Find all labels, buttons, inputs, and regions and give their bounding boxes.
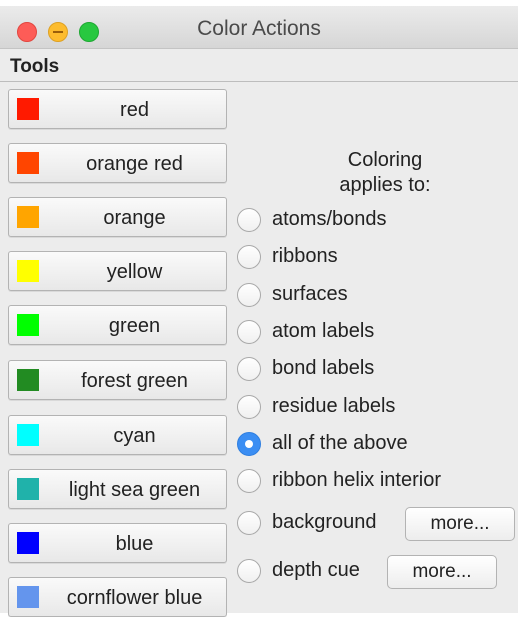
heading-line-2: applies to:	[339, 174, 431, 196]
radio-label: all of the above	[272, 432, 408, 454]
color-button-green[interactable]: green	[8, 305, 227, 345]
cornflower-blue-swatch-icon	[17, 586, 39, 608]
depth-cue-more-button[interactable]: more...	[387, 555, 497, 589]
tools-menu[interactable]: Tools	[10, 56, 59, 78]
color-button-cornflower-blue[interactable]: cornflower blue	[8, 577, 227, 617]
radio-label: residue labels	[272, 395, 396, 417]
radio-button[interactable]	[237, 469, 261, 493]
radio-label: bond labels	[272, 357, 375, 379]
orange-swatch-icon	[17, 206, 39, 228]
orange-red-swatch-icon	[17, 152, 39, 174]
coloring-target-heading: Coloring applies to:	[300, 148, 470, 198]
radio-button[interactable]	[237, 357, 261, 381]
radio-label: atom labels	[272, 320, 375, 342]
color-actions-window: Color Actions Tools red orange red orang…	[0, 0, 518, 617]
color-button-label: red	[120, 99, 149, 121]
cyan-swatch-icon	[17, 424, 39, 446]
color-button-red[interactable]: red	[8, 89, 227, 129]
yellow-swatch-icon	[17, 260, 39, 282]
green-swatch-icon	[17, 314, 39, 336]
radio-label: background	[272, 511, 377, 533]
radio-label: atoms/bonds	[272, 208, 387, 230]
radio-label: ribbon helix interior	[272, 469, 441, 491]
color-button-light-sea-green[interactable]: light sea green	[8, 469, 227, 509]
radio-button-selected[interactable]	[237, 432, 261, 456]
color-button-label: green	[108, 315, 161, 337]
heading-line-1: Coloring	[347, 149, 423, 171]
color-button-label: blue	[115, 533, 154, 555]
radio-button[interactable]	[237, 320, 261, 344]
radio-button[interactable]	[237, 559, 261, 583]
background-more-button[interactable]: more...	[405, 507, 515, 541]
color-button-label: forest green	[81, 370, 188, 392]
title-bar: Color Actions	[0, 6, 518, 49]
color-button-label: orange	[103, 207, 166, 229]
light-sea-green-swatch-icon	[17, 478, 39, 500]
color-button-cyan[interactable]: cyan	[8, 415, 227, 455]
radio-selected-dot-icon	[245, 440, 253, 448]
radio-button[interactable]	[237, 208, 261, 232]
radio-button[interactable]	[237, 245, 261, 269]
color-button-label: yellow	[106, 261, 163, 283]
color-button-label: cornflower blue	[66, 587, 203, 609]
color-button-yellow[interactable]: yellow	[8, 251, 227, 291]
radio-button[interactable]	[237, 283, 261, 307]
radio-label: depth cue	[272, 559, 360, 581]
tools-menu-bar: Tools	[0, 49, 518, 82]
radio-button[interactable]	[237, 511, 261, 535]
forest-green-swatch-icon	[17, 369, 39, 391]
radio-button[interactable]	[237, 395, 261, 419]
color-button-forest-green[interactable]: forest green	[8, 360, 227, 400]
blue-swatch-icon	[17, 532, 39, 554]
window-title: Color Actions	[197, 17, 321, 40]
red-swatch-icon	[17, 98, 39, 120]
radio-label: surfaces	[272, 283, 348, 305]
color-button-orange[interactable]: orange	[8, 197, 227, 237]
color-button-blue[interactable]: blue	[8, 523, 227, 563]
color-button-orange-red[interactable]: orange red	[8, 143, 227, 183]
color-button-label: orange red	[86, 153, 183, 175]
radio-label: ribbons	[272, 245, 338, 267]
color-button-label: light sea green	[68, 479, 201, 501]
color-button-label: cyan	[113, 425, 156, 447]
